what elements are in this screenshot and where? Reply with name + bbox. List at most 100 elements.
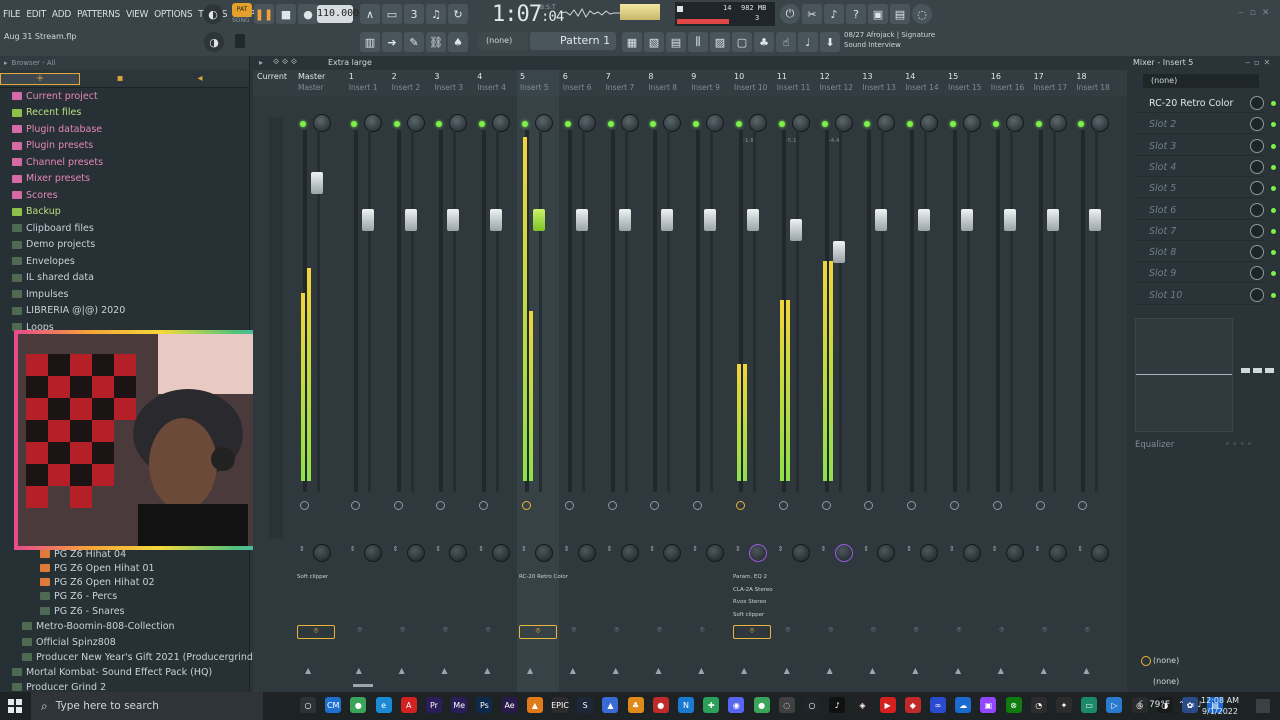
effect-slot[interactable]: Slot 5 [1135, 179, 1265, 199]
window-controls[interactable]: ‒▫✕ [1238, 8, 1275, 18]
send-arrow-icon[interactable]: ▲ [570, 666, 576, 675]
browser-item[interactable]: Metro-Boomin-808-Collection [22, 618, 175, 634]
stereo-arrows-icon[interactable]: ⇕ [692, 545, 698, 553]
effect-slot[interactable]: Slot 10 [1135, 286, 1265, 305]
after-effects-icon[interactable]: Ae [501, 697, 518, 713]
stereo-arrows-icon[interactable]: ⇕ [992, 545, 998, 553]
route-button[interactable] [1078, 501, 1088, 510]
step-edit-icon[interactable]: ♫ [426, 4, 446, 24]
route-button[interactable] [821, 501, 831, 510]
volume-fader[interactable] [1003, 208, 1016, 231]
send-knob-icon[interactable]: ⌾ [519, 625, 557, 639]
app12-icon[interactable]: ▭ [1081, 697, 1098, 713]
menu-patterns[interactable]: PATTERNS [74, 9, 123, 20]
volume-fader[interactable] [832, 241, 845, 264]
send-knob-icon[interactable]: ⌾ [868, 625, 878, 635]
send-arrow-icon[interactable]: ▲ [912, 666, 918, 675]
stereo-separation-knob[interactable] [363, 544, 382, 562]
browser-item[interactable]: Recent files [12, 105, 81, 121]
app2-icon[interactable]: N [678, 697, 694, 713]
browser-item[interactable]: Official Spinz808 [22, 634, 116, 650]
strip-enable-led[interactable] [607, 121, 614, 127]
mixer-menu-arrow-icon[interactable]: ▸ [259, 58, 263, 67]
route-button[interactable] [522, 501, 531, 510]
stereo-separation-knob[interactable] [706, 544, 725, 562]
fl-studio-icon[interactable]: ♣ [627, 697, 644, 713]
app7-icon[interactable]: ◆ [904, 697, 921, 713]
volume-fader[interactable] [533, 208, 545, 231]
slot-enable-led[interactable] [1271, 164, 1276, 170]
pan-knob[interactable] [877, 114, 896, 132]
edge-icon[interactable]: e [375, 697, 392, 713]
effect-slot[interactable]: Slot 3 [1135, 137, 1265, 156]
send-knob-icon[interactable]: ⌾ [1040, 625, 1050, 635]
volume-fader[interactable] [1089, 208, 1102, 231]
route-button[interactable] [1035, 501, 1045, 510]
eq-graph[interactable] [1135, 318, 1233, 432]
app3-icon[interactable]: ✚ [703, 697, 720, 713]
route-button[interactable] [607, 501, 617, 510]
stereo-arrows-icon[interactable]: ⇕ [735, 545, 741, 553]
pattern-selector[interactable]: Pattern 1 [530, 32, 616, 50]
volume-fader[interactable] [704, 208, 717, 231]
route-button[interactable] [950, 501, 959, 510]
route-button[interactable] [992, 501, 1002, 510]
mixer-strip-insert[interactable]: 6 Insert 6 ⇕ ⌾ ▲ [560, 70, 602, 692]
mixer-strip-insert[interactable]: 5 Insert 5 ⇕ RC-20 Retro Color ⌾ ▲ [517, 70, 568, 692]
menu-add[interactable]: ADD [49, 9, 74, 20]
windows-start-icon[interactable] [8, 699, 22, 713]
send-knob-icon[interactable]: ⌾ [612, 625, 622, 635]
app-icon[interactable]: ▲ [602, 697, 619, 713]
channel-rack-icon[interactable]: ▤ [666, 32, 686, 52]
news-ticker[interactable]: 08/27 Afrojack | Signature Sound Intervi… [842, 30, 952, 54]
browser-item[interactable]: Current project [12, 88, 98, 104]
pan-knob[interactable] [363, 114, 382, 132]
stereo-separation-knob[interactable] [920, 544, 939, 562]
pan-knob[interactable] [1048, 114, 1067, 132]
mic-icon[interactable]: ♩ [798, 32, 818, 52]
slot-mix-knob[interactable] [1250, 245, 1264, 260]
mixer-strip-insert[interactable]: 3 Insert 3 ⇕ ⌾ ▲ [431, 70, 473, 692]
strip-enable-led[interactable] [350, 121, 357, 127]
pan-knob[interactable] [535, 114, 553, 132]
discord-icon[interactable]: ◉ [728, 697, 745, 713]
slot-enable-led[interactable] [1271, 292, 1276, 298]
effect-slot[interactable]: Slot 8 [1135, 243, 1265, 263]
send-arrow-icon[interactable]: ▲ [955, 666, 961, 675]
send-knob-icon[interactable]: ⌾ [826, 625, 836, 635]
mixer-icon[interactable]: ⫼ [688, 32, 708, 52]
master-pitch-knob[interactable]: ◑ [204, 32, 224, 52]
send-knob-icon[interactable]: ⌾ [954, 625, 964, 635]
slot-enable-led[interactable] [1271, 101, 1276, 106]
microphone-icon[interactable]: ♪ [824, 4, 844, 24]
stereo-arrows-icon[interactable]: ⇕ [1035, 545, 1041, 553]
effect-slot[interactable]: RC-20 Retro Color [1135, 94, 1265, 113]
stamp-icon[interactable]: ♠ [448, 32, 468, 52]
send-knob-icon[interactable]: ⌾ [355, 625, 365, 635]
stereo-arrows-icon[interactable]: ⇕ [435, 545, 441, 553]
touch-icon[interactable]: ☝ [776, 32, 796, 52]
send-arrow-icon[interactable]: ▲ [655, 666, 661, 675]
volume-fader[interactable] [918, 208, 931, 231]
volume-fader[interactable] [490, 208, 503, 231]
send-arrow-icon[interactable]: ▲ [613, 666, 619, 675]
slot-enable-led[interactable] [1271, 122, 1276, 128]
send-knob-icon[interactable]: ⌾ [654, 625, 664, 635]
browser-item[interactable]: Plugin database [12, 121, 102, 137]
send-arrow-icon[interactable]: ▲ [527, 666, 533, 675]
tiktok-icon[interactable]: ♪ [829, 697, 846, 713]
route-button[interactable] [650, 501, 660, 510]
mixer-strip-insert[interactable]: 1 Insert 1 ⇕ ⌾ ▲ [346, 70, 388, 692]
volume-fader[interactable] [875, 208, 888, 231]
app8-icon[interactable]: ∞ [930, 697, 946, 713]
panel-window-controls[interactable]: ‒▫✕ [1245, 58, 1274, 67]
link-icon[interactable]: ⛓ [426, 32, 446, 52]
taskbar-search[interactable]: ⌕ Type here to search [31, 692, 263, 720]
tab-all[interactable]: + [0, 72, 80, 85]
wait-input-icon[interactable]: ▭ [382, 4, 402, 24]
route-button[interactable] [300, 501, 309, 510]
tools-icon[interactable]: ✂ [802, 4, 822, 24]
slot-enable-led[interactable] [1271, 186, 1276, 192]
stereo-separation-knob[interactable] [1048, 544, 1067, 562]
stereo-arrows-icon[interactable]: ⇕ [949, 545, 955, 553]
